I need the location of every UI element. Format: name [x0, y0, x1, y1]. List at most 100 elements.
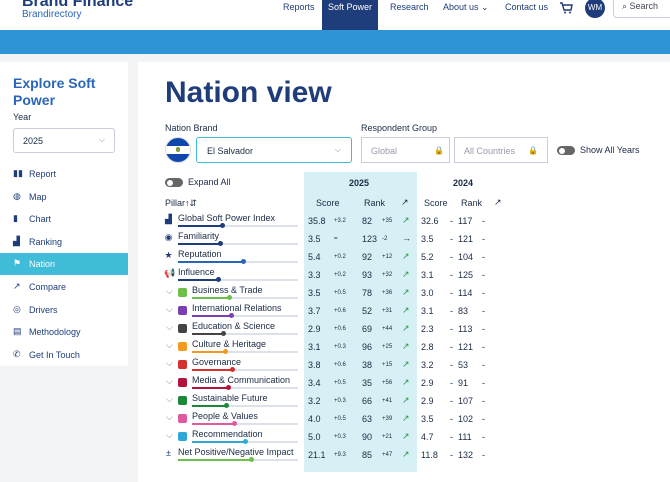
score-2024: 3.0 [421, 288, 434, 298]
score-slider-fill [178, 243, 220, 245]
table-row[interactable]: ⌵ Education & Science 2.9 +0.6 69 +44 ↗ 2.3 -113… [164, 321, 664, 339]
chevron-down-icon[interactable]: ⌵ [166, 376, 173, 387]
score-slider [178, 241, 298, 246]
chevron-down-icon[interactable]: ⌵ [166, 412, 173, 423]
nav-about-us[interactable]: About us ⌄ [443, 2, 489, 13]
score-2024: 5.2 [421, 252, 434, 262]
table-row[interactable]: ⌵ Recommendation 5.0 +0.3 90 +21 ↗ 4.7 -111- [164, 429, 664, 447]
table-row[interactable]: 📢 Influence 3.3 +0.2 93 +32 ↗ 3.1 -125- [164, 267, 664, 285]
sidebar: Explore Soft Power Year 2025 ⌵ ▮▮ Report ◍ M… [0, 62, 128, 366]
nation-select[interactable]: El Salvador ⌵ [196, 137, 352, 163]
separator: - [482, 324, 485, 334]
sidebar-item-label: Compare [29, 282, 67, 292]
separator: - [450, 306, 453, 316]
year-select[interactable]: 2025 ⌵ [13, 128, 115, 153]
table-row[interactable]: ± Net Positive/Negative Impact 21.1 +9.3 85 +… [164, 447, 664, 465]
sidebar-item-ranking[interactable]: ▟ Ranking [0, 231, 128, 253]
score-slider-fill [192, 405, 226, 407]
table-row[interactable]: ★ Reputation 5.4 +0.2 92 +12 ↗ 5.2 -104- [164, 249, 664, 267]
score-change: +0.2 [334, 272, 346, 278]
chevron-down-icon[interactable]: ⌵ [166, 322, 173, 333]
nav-research[interactable]: Research [390, 2, 429, 12]
trend-up-icon: ↗ [402, 287, 410, 297]
index-icon: ▟ [165, 214, 172, 224]
chevron-down-icon[interactable]: ⌵ [166, 394, 173, 405]
ranking-icon: ▟ [13, 235, 20, 246]
pillar-header[interactable]: Pillar↑⇵ [165, 198, 197, 209]
chevron-down-icon[interactable]: ⌵ [166, 340, 173, 351]
separator: - [450, 432, 453, 442]
nav-reports[interactable]: Reports [283, 2, 315, 12]
rank-2025: 52 [362, 306, 373, 316]
rank-2024: 117 [458, 216, 473, 226]
sidebar-item-label: Get In Touch [29, 349, 80, 360]
sidebar-item-chart[interactable]: ▮ Chart [0, 208, 128, 230]
score-slider-knob [230, 367, 235, 372]
separator: - [482, 216, 485, 226]
sidebar-item-label: Report [29, 169, 57, 179]
nav-soft-power[interactable]: Soft Power [322, 0, 378, 30]
nav-contact-us[interactable]: Contact us [505, 2, 548, 12]
recommend-icon [178, 432, 187, 441]
score-2025: 4.0 [308, 414, 321, 424]
separator: - [482, 396, 485, 406]
score-slider-fill [178, 279, 218, 281]
chevron-down-icon[interactable]: ⌵ [166, 286, 173, 297]
table-row[interactable]: ⌵ Business & Trade 3.5 +0.5 78 +36 ↗ 3.0 -114- [164, 285, 664, 303]
table-row[interactable]: ⌵ Governance 3.8 +0.6 38 +15 ↗ 3.2-53- [164, 357, 664, 375]
sidebar-item-drivers[interactable]: ◎ Drivers [0, 299, 128, 321]
score-change: +0.3 [334, 344, 346, 350]
table-row[interactable]: ⌵ Media & Communication 3.4 +0.5 35 +56 ↗ 2.9-9… [164, 375, 664, 393]
respondent-value: Global [371, 146, 398, 156]
expand-all-label: Expand All [188, 177, 231, 187]
rank-2025: 38 [362, 360, 373, 370]
pillar-name: International Relations [192, 303, 282, 313]
rank-2025-header: Rank [364, 198, 386, 208]
pillar-name: People & Values [192, 411, 258, 421]
rank-change: +47 [382, 452, 393, 458]
pillar-name: Influence [178, 267, 215, 277]
plus-minus-icon: ± [166, 448, 171, 458]
respondent-countries-value: All Countries [464, 146, 516, 156]
table-row[interactable]: ⌵ Sustainable Future 3.2 +0.3 66 +41 ↗ 2.9 -107- [164, 393, 664, 411]
cart-icon[interactable] [560, 2, 573, 17]
sidebar-item-get-in-touch[interactable]: ✆ Get In Touch [0, 344, 128, 366]
chevron-down-icon[interactable]: ⌵ [166, 430, 173, 441]
separator: - [482, 450, 485, 460]
sidebar-item-map[interactable]: ◍ Map [0, 186, 128, 208]
trend-up-icon: ↗ [402, 395, 410, 405]
rank-change: +15 [382, 362, 393, 368]
sidebar-item-report[interactable]: ▮▮ Report [0, 163, 128, 185]
score-2024: 2.9 [421, 396, 434, 406]
chevron-down-icon[interactable]: ⌵ [166, 358, 173, 369]
score-2024: 3.5 [421, 234, 434, 244]
table-row[interactable]: ▟ Global Soft Power Index 35.8 +3.2 82 +35 ↗ 32… [164, 213, 664, 231]
show-all-years-toggle[interactable] [557, 146, 575, 155]
search-input[interactable]: ⌕ Search [613, 0, 670, 18]
table-row[interactable]: ⌵ International Relations 3.7 +0.6 52 +31 ↗ 3.1… [164, 303, 664, 321]
people-icon [178, 414, 187, 423]
expand-all-toggle[interactable] [165, 178, 183, 187]
sidebar-item-compare[interactable]: ↗ Compare [0, 276, 128, 298]
avatar[interactable]: WM [585, 0, 605, 18]
chevron-down-icon[interactable]: ⌵ [166, 304, 173, 315]
sidebar-item-methodology[interactable]: ▤ Methodology [0, 321, 128, 343]
rank-2025: 35 [362, 378, 373, 388]
rank-change: +32 [382, 272, 393, 278]
trend-up-icon: ↗ [402, 413, 410, 423]
tv-icon [178, 378, 187, 387]
score-slider [192, 403, 298, 408]
table-row[interactable]: ◉ Familiarity 3.5 = 123 -2 → 3.5 -121- [164, 231, 664, 249]
methodology-icon: ▤ [13, 326, 22, 337]
separator: - [450, 252, 453, 262]
table-row[interactable]: ⌵ People & Values 4.0 +0.5 63 +39 ↗ 3.5 -102- [164, 411, 664, 429]
sidebar-title: Explore Soft Power [13, 75, 96, 108]
trend-up-icon: ↗ [402, 431, 410, 441]
table-row[interactable]: ⌵ Culture & Heritage 3.1 +0.3 96 +25 ↗ 2.8 -121- [164, 339, 664, 357]
separator: - [482, 234, 485, 244]
museum-icon [178, 342, 187, 351]
separator: - [482, 270, 485, 280]
year-label: Year [13, 112, 32, 122]
score-slider-fill [178, 225, 222, 227]
sidebar-item-nation[interactable]: ⚑ Nation [0, 253, 128, 276]
